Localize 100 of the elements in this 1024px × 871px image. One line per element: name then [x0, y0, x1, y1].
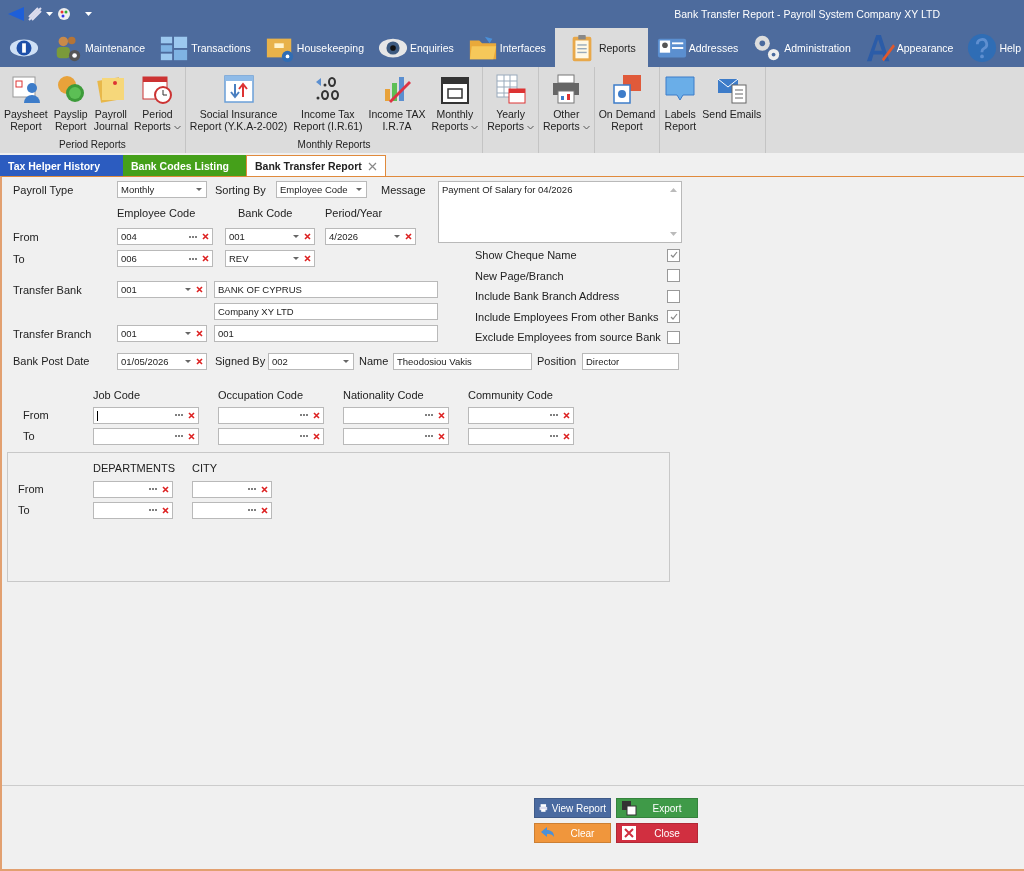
clear-icon[interactable]	[304, 233, 311, 240]
ellipsis-icon[interactable]	[299, 412, 309, 418]
clear-icon[interactable]	[563, 411, 570, 419]
caret-icon[interactable]	[292, 234, 300, 239]
input-field[interactable]	[93, 480, 173, 498]
document-tab[interactable]: Tax Helper History	[0, 155, 123, 176]
input-field[interactable]: 004	[117, 228, 213, 245]
input-field[interactable]	[218, 427, 324, 445]
input-field[interactable]: 001	[117, 325, 207, 342]
ribbon-button[interactable]: Income Tax Report (I.R.61)	[291, 71, 365, 139]
caret-icon[interactable]	[355, 187, 363, 192]
ribbon-button[interactable]: Social Insurance Report (Y.K.A-2-002)	[187, 71, 290, 139]
menu-tab[interactable]: Transactions	[154, 28, 256, 67]
ellipsis-icon[interactable]	[549, 433, 559, 439]
action-button[interactable]: Export	[616, 798, 698, 818]
clear-icon[interactable]	[162, 485, 169, 493]
clear-icon[interactable]	[202, 233, 209, 240]
ribbon-button[interactable]: Yearly Reports	[485, 71, 536, 150]
input-field[interactable]	[192, 501, 272, 519]
menu-tab[interactable]: Enquiries	[373, 28, 459, 67]
clear-icon[interactable]	[405, 233, 412, 240]
input-field[interactable]: 4/2026	[325, 228, 416, 245]
clear-icon[interactable]	[261, 485, 268, 493]
ribbon-button[interactable]: Payroll Journal	[91, 71, 131, 139]
text-field[interactable]: Company XY LTD	[214, 303, 438, 320]
close-icon[interactable]	[367, 161, 377, 171]
checkbox[interactable]	[667, 310, 680, 324]
caret-icon[interactable]	[184, 358, 192, 364]
ribbon-button[interactable]: Period Reports	[132, 71, 183, 139]
checkbox[interactable]	[667, 248, 680, 262]
ribbon-button[interactable]: Income TAX I.R.7A	[366, 71, 428, 139]
input-field[interactable]	[192, 480, 272, 498]
menu-tab[interactable]: Help	[962, 28, 1024, 67]
input-field[interactable]	[343, 406, 449, 424]
input-field[interactable]: 001	[225, 228, 315, 245]
ellipsis-icon[interactable]	[148, 486, 158, 492]
clear-icon[interactable]	[313, 411, 320, 419]
action-button[interactable]: View Report	[534, 798, 611, 818]
input-field[interactable]: 001	[117, 281, 207, 298]
ellipsis-icon[interactable]	[247, 486, 257, 492]
input-field[interactable]	[93, 406, 199, 424]
clear-icon[interactable]	[313, 432, 320, 440]
ribbon-button[interactable]: Send Emails	[700, 71, 764, 150]
caret-icon[interactable]	[184, 287, 192, 292]
ellipsis-icon[interactable]	[148, 507, 158, 513]
ellipsis-icon[interactable]	[299, 433, 309, 439]
caret-icon[interactable]	[85, 12, 92, 16]
clear-icon[interactable]	[563, 432, 570, 440]
action-button[interactable]: Close	[616, 823, 698, 843]
input-field[interactable]: 01/05/2026	[117, 352, 207, 370]
clear-icon[interactable]	[261, 506, 268, 514]
ribbon-button[interactable]: Labels Report	[662, 71, 699, 150]
caret-icon[interactable]	[292, 256, 300, 261]
clear-icon[interactable]	[202, 255, 209, 262]
document-tab[interactable]: Bank Transfer Report	[246, 155, 386, 176]
input-field[interactable]	[218, 406, 324, 424]
ribbon-button[interactable]: Monthly Reports	[429, 71, 481, 139]
ribbon-button[interactable]: Other Reports	[540, 71, 592, 150]
input-field[interactable]	[93, 501, 173, 519]
caret-icon[interactable]	[342, 358, 350, 364]
dropdown-field[interactable]: Monthly	[117, 181, 207, 198]
ellipsis-icon[interactable]	[174, 433, 184, 439]
clear-icon[interactable]	[196, 357, 203, 365]
menu-tab[interactable]: Housekeeping	[259, 28, 369, 67]
ellipsis-icon[interactable]	[188, 255, 198, 262]
dropdown-field[interactable]: 002	[268, 352, 354, 370]
text-field[interactable]: Theodosiou Vakis	[393, 352, 532, 370]
input-field[interactable]	[93, 427, 199, 445]
ellipsis-icon[interactable]	[424, 412, 434, 418]
menu-tab[interactable]: Administration	[747, 28, 856, 67]
caret-icon[interactable]	[184, 331, 192, 336]
menu-tab[interactable]: Reports	[554, 28, 648, 67]
clear-icon[interactable]	[438, 411, 445, 419]
ellipsis-icon[interactable]	[247, 507, 257, 513]
ribbon-button[interactable]: Payslip Report	[51, 71, 90, 139]
caret-icon[interactable]	[195, 187, 203, 192]
clear-icon[interactable]	[188, 411, 195, 419]
clear-icon[interactable]	[162, 506, 169, 514]
input-field[interactable]: REV	[225, 250, 315, 267]
ellipsis-icon[interactable]	[188, 233, 198, 240]
ribbon-button[interactable]: Paysheet Report	[2, 71, 50, 139]
input-field[interactable]	[468, 427, 574, 445]
clear-icon[interactable]	[196, 330, 203, 337]
ellipsis-icon[interactable]	[174, 412, 184, 418]
clear-icon[interactable]	[304, 255, 311, 262]
text-field[interactable]: BANK OF CYPRUS	[214, 281, 438, 298]
palette-icon[interactable]	[57, 7, 71, 21]
clear-icon[interactable]	[188, 432, 195, 440]
menu-tab[interactable]: Appearance	[859, 28, 959, 67]
menu-tab[interactable]: Interfaces	[462, 28, 551, 67]
menu-tab[interactable]: Addresses	[651, 28, 744, 67]
ellipsis-icon[interactable]	[549, 412, 559, 418]
ribbon-button[interactable]: On Demand Report	[596, 71, 658, 150]
dropdown-field[interactable]: Employee Code	[276, 181, 367, 198]
input-field[interactable]	[468, 406, 574, 424]
checkbox[interactable]	[667, 289, 680, 303]
text-field[interactable]: Director	[582, 352, 679, 370]
clear-icon[interactable]	[438, 432, 445, 440]
text-field[interactable]: 001	[214, 325, 438, 342]
checkbox[interactable]	[667, 330, 680, 344]
